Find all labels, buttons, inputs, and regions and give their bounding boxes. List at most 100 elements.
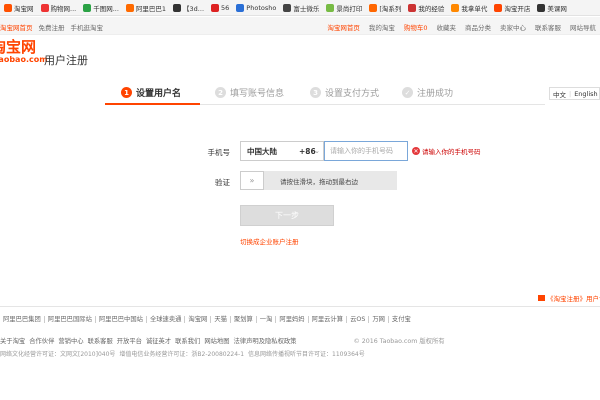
- footer-link[interactable]: 营销中心: [58, 336, 83, 345]
- country-name: 中国大陆: [247, 146, 277, 156]
- footer-link[interactable]: 网站地图: [204, 336, 229, 345]
- footer-link[interactable]: 联系客服: [88, 336, 113, 345]
- taoxi-icon: [369, 3, 378, 12]
- step-set-username: 1 设置用户名: [121, 80, 181, 105]
- protocol-link[interactable]: 《淘宝注册》用户协议: [538, 293, 600, 303]
- lang-zh[interactable]: 中文: [553, 89, 566, 99]
- meike-icon: [537, 3, 546, 12]
- topbar-categories[interactable]: 商品分类: [465, 22, 491, 32]
- footer-link[interactable]: 聚划算: [231, 316, 257, 323]
- phone-error-message: ✕ 请输入你的手机号码: [412, 146, 481, 156]
- footer-link[interactable]: 诚征英才: [146, 336, 171, 345]
- double-arrow-icon: »: [249, 176, 255, 185]
- topbar-mobile-link[interactable]: 手机逛淘宝: [71, 22, 104, 32]
- footer-link[interactable]: 开放平台: [117, 336, 142, 345]
- phone-label: 手机号: [207, 148, 231, 157]
- photoshop-icon: [236, 3, 245, 12]
- footer-link[interactable]: 天猫: [211, 316, 231, 323]
- footer-link[interactable]: 合作伙伴: [29, 336, 54, 345]
- bookmark-label: 【3d...: [183, 4, 205, 13]
- verify-label: 验证: [215, 178, 230, 187]
- bookmark-item[interactable]: Photosho: [236, 3, 277, 12]
- fuji-icon: [283, 3, 292, 12]
- footer-link[interactable]: 阿里巴巴中国站: [96, 316, 147, 323]
- step-label: 设置用户名: [136, 89, 182, 99]
- enterprise-register-link[interactable]: 切换成企业账户注册: [240, 236, 299, 246]
- language-switcher[interactable]: 中文 | English: [549, 87, 600, 100]
- footer-link[interactable]: 一淘: [257, 316, 277, 323]
- 3d-icon: [173, 3, 182, 12]
- topbar-seller-center[interactable]: 卖家中心: [500, 22, 526, 32]
- footer-about-links: 关于淘宝 合作伙伴 营销中心 联系客服 开放平台 诚征英才 联系我们 网站地图 …: [0, 336, 600, 345]
- phone-placeholder: 请输入你的手机号码: [330, 147, 393, 155]
- topbar-contact[interactable]: 联系客服: [535, 22, 561, 32]
- bookmark-label: Photosho: [246, 3, 277, 12]
- bookmark-item[interactable]: 富士微乐: [283, 3, 319, 13]
- jingyan-icon: [408, 3, 417, 12]
- bookmark-label: 富士微乐: [293, 4, 320, 13]
- footer-link[interactable]: 阿里巴巴国际站: [45, 316, 96, 323]
- bookmark-label: 我拿单代: [461, 4, 488, 13]
- site-nav-bar: 淘宝网首页 免费注册 手机逛淘宝 淘宝网首页 我的淘宝 购物车0 收藏夹 商品分…: [0, 17, 600, 35]
- topbar-site-nav[interactable]: 网站导航: [570, 22, 596, 32]
- bookmark-item[interactable]: 【3d...: [173, 3, 204, 13]
- topbar-cart[interactable]: 购物车0: [404, 22, 428, 32]
- footer-link[interactable]: 支付宝: [389, 316, 414, 323]
- step-account-info: 2 填写账号信息: [215, 80, 284, 105]
- bookmark-item[interactable]: 淘宝开店: [494, 3, 530, 13]
- footer-link[interactable]: 联系我们: [175, 336, 200, 345]
- bookmark-item[interactable]: 阿里巴巴1: [125, 3, 167, 13]
- footer-link[interactable]: 关于淘宝: [0, 336, 25, 345]
- bookmark-label: 阿里巴巴1: [135, 4, 167, 13]
- bookmark-label: 我的经验: [418, 4, 445, 13]
- active-step-underline: [105, 103, 200, 105]
- bookmark-item[interactable]: 美课网: [537, 3, 567, 13]
- topbar-register-link[interactable]: 免费注册: [39, 22, 65, 32]
- bookmark-item[interactable]: 淘宝网: [4, 3, 34, 13]
- footer-group-links: 阿里巴巴集团 阿里巴巴国际站 阿里巴巴中国站 全球速卖通 淘宝网 天猫 聚划算 一淘 阿里妈妈阿…: [0, 316, 600, 323]
- country-select[interactable]: 中国大陆 +86 ⌄: [240, 141, 324, 161]
- step-number: 1: [121, 87, 132, 98]
- topbar-favorites[interactable]: 收藏夹: [437, 22, 457, 32]
- document-icon: [538, 295, 545, 301]
- step-number: 2: [215, 87, 226, 98]
- license-text: 增值电信业务经营许可证：浙B2-20080224-1: [119, 351, 245, 358]
- topbar-my-taobao[interactable]: 我的淘宝: [369, 22, 395, 32]
- topbar-home-link[interactable]: 淘宝网首页: [0, 22, 33, 32]
- footer-link[interactable]: 法律声明及隐私权政策: [234, 336, 297, 345]
- bookmark-label: 56: [221, 3, 230, 12]
- bookmark-item[interactable]: 景尚打印: [326, 3, 362, 13]
- footer-link[interactable]: 淘宝网: [185, 316, 212, 323]
- next-button[interactable]: 下一步: [240, 205, 334, 226]
- slider-handle[interactable]: »: [240, 171, 264, 190]
- bookmarks-bar: 淘宝网 购物网... 千图网... 阿里巴巴1 【3d... 56 Photosho 富士微乐…: [0, 0, 600, 16]
- footer-link[interactable]: 阿里云计算: [309, 316, 348, 323]
- daidan-icon: [451, 3, 460, 12]
- lang-en[interactable]: English: [574, 90, 597, 98]
- bookmark-item[interactable]: 我的经验: [408, 3, 444, 13]
- footer-link[interactable]: 云OS: [347, 316, 370, 323]
- footer-link[interactable]: 阿里巴巴集团: [0, 316, 45, 323]
- phone-input[interactable]: 请输入你的手机号码: [324, 141, 408, 161]
- page-title: 用户注册: [44, 54, 88, 67]
- footer-licenses: 网络文化经营许可证：文网文[2010]040号 增值电信业务经营许可证：浙B2-…: [0, 349, 600, 358]
- bookmark-item[interactable]: 千图网...: [83, 3, 119, 13]
- footer: 阿里巴巴集团 阿里巴巴国际站 阿里巴巴中国站 全球速卖通 淘宝网 天猫 聚划算 一淘 阿里妈妈阿…: [0, 306, 600, 358]
- footer-link[interactable]: 全球速卖通: [147, 316, 186, 323]
- bookmark-item[interactable]: 购物网...: [40, 3, 76, 13]
- footer-link[interactable]: 万网: [369, 316, 389, 323]
- bookmark-item[interactable]: [淘系列: [369, 3, 401, 13]
- verify-slider[interactable]: » 请按住滑块，拖动到最右边: [240, 171, 397, 190]
- registration-steps: 1 设置用户名 2 填写账号信息 3 设置支付方式 ✓ 注册成功: [105, 80, 545, 105]
- bookmark-item[interactable]: 56: [211, 3, 230, 12]
- topbar-home-link-right[interactable]: 淘宝网首页: [327, 22, 360, 32]
- chevron-down-icon: ⌄: [314, 147, 320, 155]
- taobao-logo[interactable]: 淘宝网 Taobao.com: [0, 40, 48, 70]
- footer-link[interactable]: 阿里妈妈: [276, 316, 309, 323]
- bookmark-label: 景尚打印: [336, 4, 363, 13]
- bookmark-item[interactable]: 我拿单代: [451, 3, 487, 13]
- logo-domain: Taobao.com: [0, 55, 48, 64]
- step-label: 设置支付方式: [325, 89, 380, 99]
- 56-icon: [211, 3, 220, 12]
- bookmark-label: 淘宝网: [14, 4, 34, 13]
